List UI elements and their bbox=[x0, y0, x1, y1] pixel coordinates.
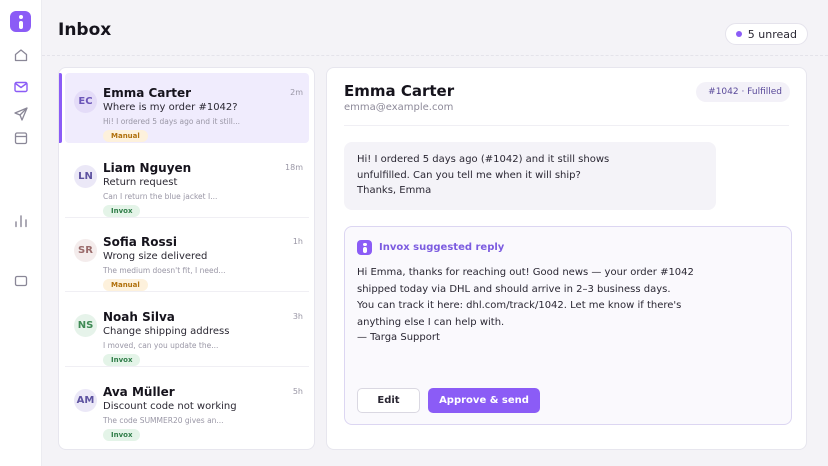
conversation-preview: The code SUMMER20 gives an... bbox=[103, 416, 224, 425]
page-title: Inbox bbox=[58, 20, 112, 40]
conversation-subject: Where is my order #1042? bbox=[103, 102, 238, 113]
invox-logo-icon bbox=[357, 240, 372, 255]
unread-dot-icon bbox=[735, 31, 742, 37]
customer-name: Emma Carter bbox=[344, 82, 455, 100]
conversation-preview: Can I return the blue jacket I... bbox=[103, 192, 218, 201]
avatar: SR bbox=[74, 239, 97, 262]
conversation-time: 18m bbox=[285, 163, 303, 172]
conversation-subject: Discount code not working bbox=[103, 401, 237, 412]
unread-count-badge[interactable]: 5 unread bbox=[724, 23, 808, 45]
conversation-tag: Invox bbox=[103, 429, 141, 441]
conversation-name: Noah Silva bbox=[103, 310, 175, 324]
conversation-name: Emma Carter bbox=[103, 86, 192, 100]
conversation-item[interactable]: NS Noah Silva Change shipping address I … bbox=[65, 297, 309, 367]
conversation-tag: Manual bbox=[103, 279, 148, 291]
unread-count-label: 5 unread bbox=[747, 27, 797, 41]
bar-chart-icon[interactable] bbox=[13, 213, 29, 229]
send-icon[interactable] bbox=[13, 106, 29, 122]
conversation-time: 1h bbox=[292, 237, 303, 246]
conversation-preview: Hi! I ordered 5 days ago and it still... bbox=[103, 117, 241, 126]
conversation-tag: Manual bbox=[103, 130, 148, 142]
conversation-name: Ava Müller bbox=[103, 385, 175, 399]
reply-line: You can track it here: dhl.com/track/104… bbox=[357, 300, 682, 311]
header-divider bbox=[344, 125, 789, 126]
window-icon[interactable] bbox=[13, 273, 29, 289]
conversation-time: 3h bbox=[292, 312, 303, 321]
avatar: LN bbox=[74, 165, 97, 188]
conversation-name: Liam Nguyen bbox=[103, 161, 192, 175]
suggested-reply-card: Invox suggested reply Hi Emma, thanks fo… bbox=[344, 226, 792, 425]
conversation-name: Sofia Rossi bbox=[103, 235, 177, 249]
conversation-preview: I moved, can you update the... bbox=[103, 341, 219, 350]
conversation-time: 2m bbox=[290, 88, 303, 97]
suggested-reply-header: Invox suggested reply bbox=[357, 240, 504, 255]
reply-line: Hi Emma, thanks for reaching out! Good n… bbox=[357, 267, 694, 278]
home-icon[interactable] bbox=[13, 47, 29, 63]
conversation-tag: Invox bbox=[103, 205, 141, 217]
approve-send-button[interactable]: Approve & send bbox=[428, 388, 540, 413]
conversation-item[interactable]: AM Ava Müller Discount code not working … bbox=[65, 372, 309, 442]
edit-button[interactable]: Edit bbox=[357, 388, 420, 413]
customer-email: emma@example.com bbox=[344, 102, 454, 113]
message-line: Hi! I ordered 5 days ago (#1042) and it … bbox=[357, 154, 610, 165]
conversation-item[interactable]: EC Emma Carter Where is my order #1042? … bbox=[59, 73, 309, 143]
avatar: NS bbox=[74, 314, 97, 337]
top-bar: Inbox 5 unread bbox=[42, 0, 828, 56]
suggested-reply-body[interactable]: Hi Emma, thanks for reaching out! Good n… bbox=[357, 265, 781, 331]
order-status-badge[interactable]: #1042 · Fulfilled bbox=[696, 82, 790, 102]
message-line: Thanks, Emma bbox=[357, 185, 432, 196]
reply-line: shipped today via DHL and should arrive … bbox=[357, 283, 671, 295]
calendar-icon[interactable] bbox=[13, 130, 29, 146]
avatar: EC bbox=[74, 90, 97, 113]
reply-line: anything else I can help with. bbox=[357, 316, 505, 328]
customer-message: Hi! I ordered 5 days ago (#1042) and it … bbox=[344, 142, 716, 210]
app-logo[interactable] bbox=[10, 11, 31, 32]
message-line: unfulfilled. Can you tell me when it wil… bbox=[357, 169, 581, 181]
conversation-time: 5h bbox=[292, 387, 303, 396]
conversation-detail: Emma Carter emma@example.com #1042 · Ful… bbox=[326, 67, 807, 450]
conversation-subject: Wrong size delivered bbox=[103, 251, 208, 262]
conversation-list: EC Emma Carter Where is my order #1042? … bbox=[58, 67, 315, 450]
sidebar bbox=[0, 0, 42, 466]
avatar: AM bbox=[74, 389, 97, 412]
conversation-item[interactable]: LN Liam Nguyen Return request Can I retu… bbox=[65, 148, 309, 218]
conversation-subject: Change shipping address bbox=[103, 326, 230, 337]
reply-signature: — Targa Support bbox=[357, 332, 440, 343]
conversation-preview: The medium doesn't fit, I need... bbox=[103, 266, 226, 275]
conversation-subject: Return request bbox=[103, 177, 178, 188]
suggested-reply-title: Invox suggested reply bbox=[379, 242, 505, 253]
conversation-tag: Invox bbox=[103, 354, 141, 366]
conversation-item[interactable]: SR Sofia Rossi Wrong size delivered The … bbox=[65, 222, 309, 292]
mail-icon[interactable] bbox=[13, 79, 29, 95]
